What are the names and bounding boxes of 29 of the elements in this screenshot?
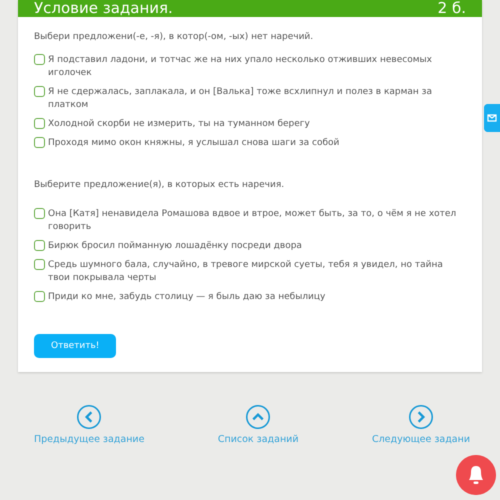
nav-link[interactable]: Список заданий	[218, 434, 299, 445]
points: 2 б.	[438, 0, 466, 17]
bell-icon[interactable]	[456, 455, 496, 495]
nav-link[interactable]: Следующее задани	[372, 434, 470, 445]
checkbox[interactable]	[34, 86, 45, 97]
option-text: Она [Катя] ненавидела Ромашова вдвое и втрое, может быть, за то, о чём я не хотел говорить	[48, 208, 458, 234]
back-icon	[76, 404, 102, 430]
submit-button[interactable]: Ответить!	[34, 334, 116, 358]
checkbox[interactable]	[34, 291, 45, 302]
forward-icon	[408, 404, 434, 430]
checkbox[interactable]	[34, 54, 45, 65]
header-title: Условие задания.	[34, 0, 173, 17]
question-prompt: Выберите предложение(я), в которых есть наречия.	[34, 180, 286, 190]
checkbox[interactable]	[34, 118, 45, 129]
option-text: Проходя мимо окон княжны, я услышал снова шаги за собой	[48, 137, 340, 150]
checkbox[interactable]	[34, 137, 45, 148]
option-text: Приди ко мне, забудь столицу — я быль даю за небылицу	[48, 291, 326, 304]
checkbox[interactable]	[34, 208, 45, 219]
checkbox[interactable]	[34, 259, 45, 270]
option-text: Я подставил ладони, и тотчас же на них упало несколько отживших невесомых иголочек	[48, 54, 433, 80]
option-text: Холодной скорби не измерить, ты на туманном берегу	[48, 118, 310, 131]
mail-icon[interactable]	[484, 104, 500, 132]
up-chevron-icon	[245, 404, 272, 430]
option-text: Средь шумного бала, случайно, в тревоге мирской суеты, тебя я увидел, но тайна твои покрывала черты	[48, 259, 444, 285]
option-text: Бирюк бросил пойманную лошадёнку посреди двора	[48, 240, 302, 253]
question-prompt: Выбери предложени(-е, -я), в котор(-ом, -ых) нет наречий.	[34, 32, 314, 42]
option-text: Я не сдержалась, заплакала, и он [Валька] тоже всхлипнул и полез в карман за платком	[48, 86, 433, 112]
checkbox[interactable]	[34, 240, 45, 251]
nav-link[interactable]: Предыдущее задание	[34, 434, 144, 445]
